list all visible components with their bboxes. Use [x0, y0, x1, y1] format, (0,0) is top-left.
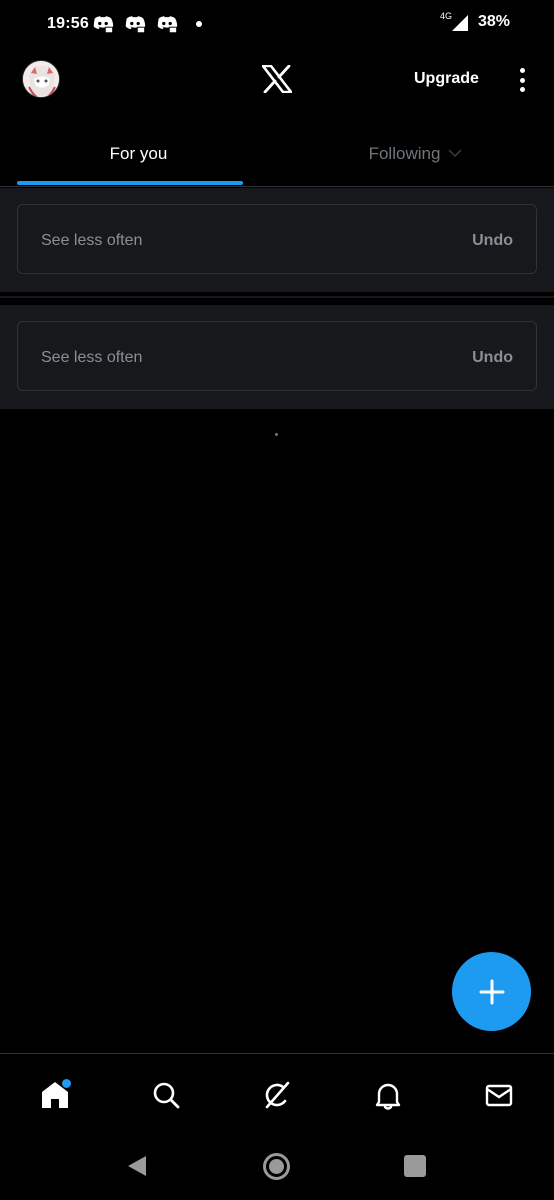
loading-indicator [275, 433, 278, 436]
discord-icon [125, 16, 146, 34]
system-navigation-bar [0, 1135, 554, 1200]
nav-notifications[interactable] [358, 1065, 418, 1125]
battery-level: 38% [477, 13, 510, 30]
plus-icon [479, 979, 504, 1004]
nav-search[interactable] [136, 1065, 196, 1125]
tab-following[interactable]: Following [277, 125, 554, 186]
feedback-section: See less often Undo [0, 188, 554, 292]
bottom-navigation [0, 1053, 554, 1135]
more-notifications-dot [196, 21, 202, 27]
more-dot [519, 77, 525, 83]
see-less-often-card: See less often Undo [17, 204, 537, 274]
discord-icon [93, 16, 114, 34]
nav-home[interactable] [25, 1065, 85, 1125]
tab-label: For you [109, 144, 168, 163]
network-type: 4G [439, 11, 452, 21]
feedback-text: See less often [41, 349, 143, 366]
tab-for-you[interactable]: For you [0, 125, 277, 186]
undo-button[interactable]: Undo [472, 232, 513, 250]
undo-button[interactable]: Undo [472, 349, 513, 367]
app-header: Upgrade [0, 55, 554, 105]
nav-grok[interactable] [247, 1065, 307, 1125]
more-vertical-icon[interactable] [510, 65, 534, 95]
back-icon[interactable] [126, 1154, 148, 1178]
grok-icon [265, 1081, 290, 1108]
tab-label: Following [368, 144, 441, 163]
status-bar: 19:56 4G 38% [0, 0, 554, 50]
bell-icon [375, 1083, 400, 1110]
feedback-text: See less often [41, 232, 143, 249]
compose-post-button[interactable] [452, 952, 531, 1031]
recent-apps-icon[interactable] [404, 1155, 426, 1177]
notification-badge [62, 1078, 72, 1088]
see-less-often-card: See less often Undo [17, 321, 537, 391]
x-logo-icon [262, 65, 292, 93]
avatar[interactable] [22, 60, 60, 98]
nav-messages[interactable] [469, 1065, 529, 1125]
discord-icon [157, 16, 178, 34]
signal-icon: 4G [440, 11, 470, 32]
mail-icon [485, 1084, 512, 1106]
search-icon [153, 1082, 180, 1108]
timeline-tabs: For you Following [0, 125, 554, 187]
notification-icons [92, 14, 202, 34]
home-circle-icon[interactable] [263, 1153, 290, 1180]
chevron-down-icon[interactable] [448, 146, 462, 160]
upgrade-button[interactable]: Upgrade [414, 70, 479, 88]
status-time: 19:56 [47, 15, 89, 32]
more-dot [519, 87, 525, 92]
feedback-section: See less often Undo [0, 305, 554, 409]
divider [0, 296, 554, 298]
tab-selected-indicator [17, 181, 243, 185]
status-right: 4G 38% [440, 11, 510, 32]
more-dot [519, 68, 525, 73]
